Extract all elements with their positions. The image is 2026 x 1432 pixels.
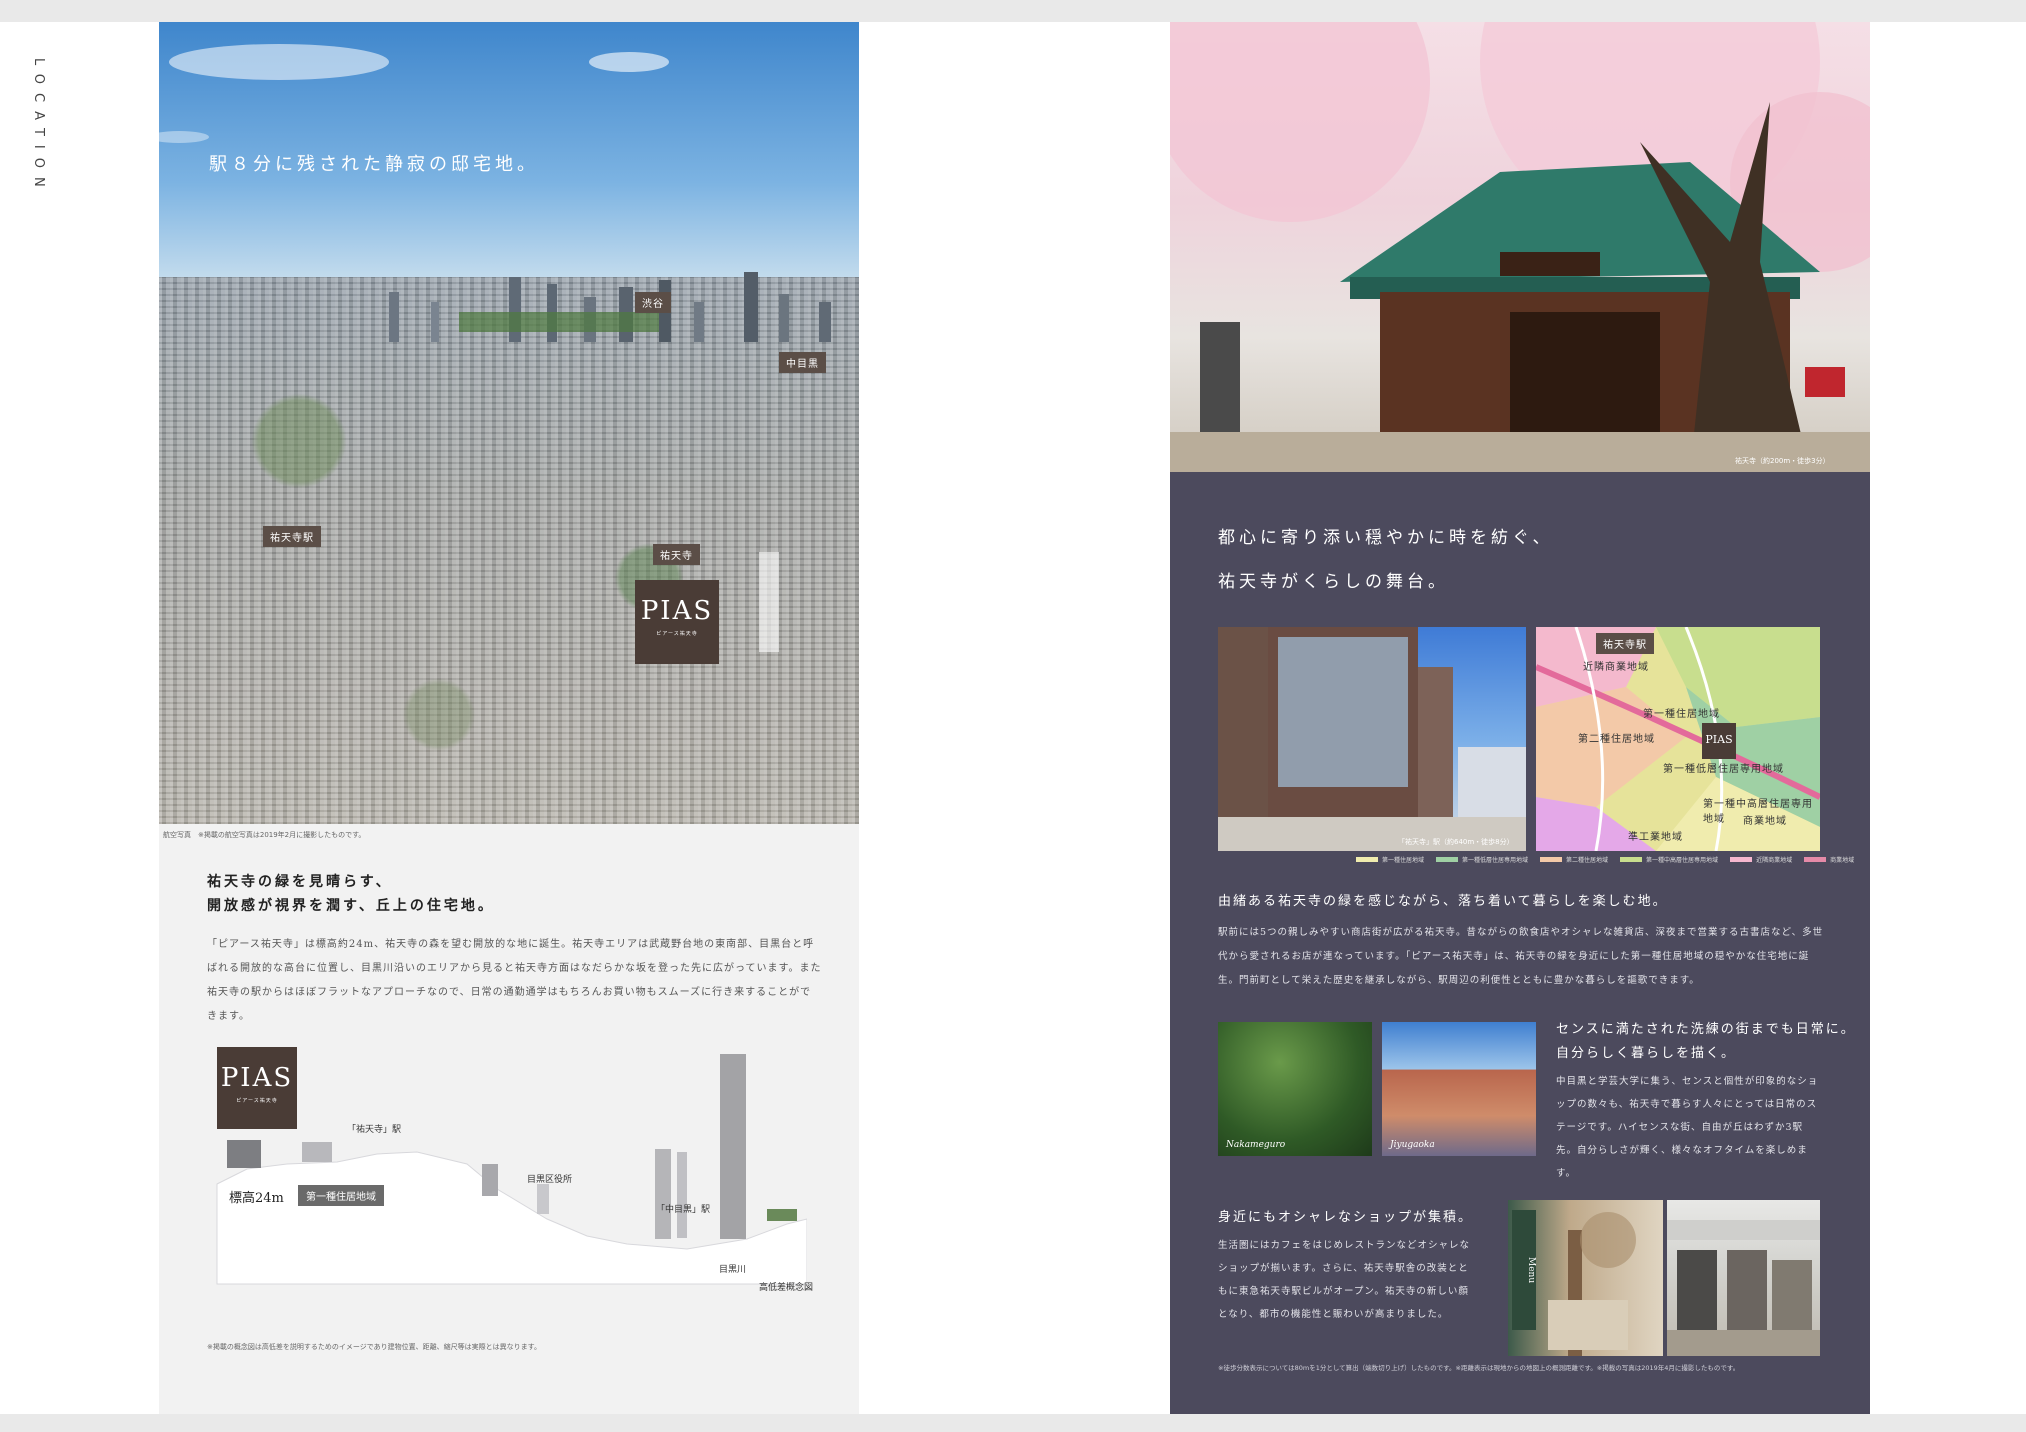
shop-body: 生活圏にはカフェをはじめレストランなどオシャレなショップが揃います。さらに、祐天… — [1218, 1240, 1471, 1320]
legend-swatch — [1804, 857, 1827, 862]
station-building-photo: 「祐天寺」駅（約640m・徒歩8分） — [1218, 627, 1526, 851]
left-heading-line1: 祐天寺の緑を見晴らす、 — [207, 874, 393, 890]
legend-swatch — [1436, 857, 1459, 862]
shop-heading: 身近にもオシャレなショップが集積。 — [1218, 1210, 1474, 1225]
nakameguro-caption: Nakameguro — [1226, 1140, 1286, 1150]
shrine-photo: 祐天寺（約200m・徒歩3分） — [1170, 22, 1870, 472]
cafe-drawing — [1548, 1212, 1636, 1356]
right-heading-line2: 祐天寺がくらしの舞台。 — [1218, 572, 1449, 592]
top-margin-bar — [0, 0, 2026, 22]
legend-label: 第一種低層住居専用地域 — [1462, 857, 1529, 864]
shop-photo — [1667, 1200, 1820, 1356]
right-footnote: ※徒歩分数表示については80mを1分として算出（端数切り上げ）したものです。※距… — [1218, 1364, 1740, 1372]
map-label-yutenji: 祐天寺 — [653, 544, 700, 565]
right-heading-line1: 都心に寄り添い穏やかに時を紡ぐ、 — [1218, 528, 1554, 548]
shrine-caption: 祐天寺（約200m・徒歩3分） — [1735, 457, 1830, 465]
cafe-photo: Menu — [1508, 1200, 1663, 1356]
legend-label: 第一種中高層住居専用地域 — [1646, 857, 1719, 864]
map-label-nakameguro: 中目黒 — [779, 352, 826, 373]
jiyugaoka-photo: Jiyugaoka — [1382, 1022, 1536, 1156]
left-body: 「ピアース祐天寺」は標高約24m、祐天寺の森を望む開放的な地に誕生。祐天寺エリア… — [207, 939, 822, 1022]
legend-swatch — [1540, 857, 1563, 862]
legend-swatch — [1730, 857, 1753, 862]
zoning-map: 祐天寺駅 近隣商業地域 第一種住居地域 第二種住居地域 第一種低層住居専用地域 … — [1536, 627, 1820, 851]
pias-logo-sub: ピアース祐天寺 — [656, 631, 698, 637]
bldg-caption: 「祐天寺」駅（約640m・徒歩8分） — [1398, 838, 1514, 846]
legend-swatch — [1356, 857, 1378, 862]
pias-logo-word: PIAS — [640, 596, 714, 626]
map-label-yutenji-station: 祐天寺駅 — [263, 526, 321, 547]
right-heading: 都心に寄り添い穏やかに時を紡ぐ、 祐天寺がくらしの舞台。 — [1218, 516, 1554, 604]
legend-label: 商業地域 — [1830, 857, 1855, 864]
legend-label: 近隣商業地域 — [1756, 857, 1793, 864]
aerial-headline: 駅８分に残された静寂の邸宅地。 — [209, 154, 539, 175]
legend-label: 第二種住居地域 — [1566, 857, 1609, 864]
tower-highlight — [759, 552, 779, 652]
sense-heading-line2: 自分らしく暮らしを描く。 — [1556, 1046, 1737, 1061]
skyline — [389, 272, 831, 342]
right-page: 祐天寺（約200m・徒歩3分） 都心に寄り添い穏やかに時を紡ぐ、 祐天寺がくらし… — [1170, 22, 1870, 1414]
jiyugaoka-caption: Jiyugaoka — [1390, 1140, 1435, 1150]
left-page: 駅８分に残された静寂の邸宅地。 渋谷 中目黒 祐天寺駅 祐天寺 PIAS ピアー… — [159, 22, 859, 1414]
left-heading: 祐天寺の緑を見晴らす、 開放感が視界を潤す、丘上の住宅地。 — [207, 870, 495, 918]
zone-label-junkogyo: 準工業地域 — [1628, 832, 1683, 843]
elevation-profile — [216, 1054, 807, 1285]
bottom-margin-bar — [0, 1414, 2026, 1432]
zone-label-teisou: 第一種低層住居専用地域 — [1663, 764, 1784, 775]
city-texture — [159, 277, 859, 824]
shrine-drawing — [1170, 22, 1870, 472]
zone-label-kinrin: 近隣商業地域 — [1583, 662, 1649, 673]
legend-swatch — [1620, 857, 1643, 862]
legend-item: 第一種住居地域 — [1356, 855, 1424, 864]
aerial-photo: 駅８分に残された静寂の邸宅地。 渋谷 中目黒 祐天寺駅 祐天寺 PIAS ピアー… — [159, 22, 859, 824]
zone-tag: 第一種住居地域 — [298, 1185, 384, 1206]
zone-map-pias-marker: PIAS — [1702, 723, 1736, 759]
zone-label-dai2: 第二種住居地域 — [1578, 734, 1655, 745]
profile-river-label: 目黒川 — [719, 1265, 747, 1275]
profile-station-label: 「祐天寺」駅 — [347, 1125, 402, 1135]
zone-label-shogyo: 商業地域 — [1743, 816, 1787, 827]
right-subheading: 由緒ある祐天寺の緑を感じながら、落ち着いて暮らしを楽しむ地。 — [1218, 894, 1668, 909]
legend-item: 第一種低層住居専用地域 — [1436, 855, 1528, 864]
nakameguro-photo: Nakameguro — [1218, 1022, 1372, 1156]
shop-drawing — [1667, 1220, 1820, 1356]
legend-item: 近隣商業地域 — [1730, 855, 1792, 864]
pias-site-marker: PIAS ピアース祐天寺 — [635, 580, 719, 664]
legend-item: 第一種中高層住居専用地域 — [1620, 855, 1718, 864]
building-drawing — [1218, 627, 1526, 851]
profile-park-label: 高低差概念図 — [759, 1283, 814, 1293]
legend-label: 第一種住居地域 — [1382, 857, 1425, 864]
right-body: 駅前には5つの親しみやすい商店街が広がる祐天寺。昔ながらの飲食店やオシャレな雑貨… — [1218, 927, 1824, 986]
sense-body: 中目黒と学芸大学に集う、センスと個性が印象的なショップの数々も、祐天寺で暮らす人… — [1556, 1076, 1819, 1179]
left-heading-line2: 開放感が視界を潤す、丘上の住宅地。 — [207, 898, 495, 914]
legend-item: 第二種住居地域 — [1540, 855, 1608, 864]
pias-logo2-word: PIAS — [220, 1063, 294, 1093]
legend-item: 商業地域 — [1804, 855, 1854, 864]
profile-naka-label: 「中目黒」駅 — [656, 1205, 711, 1215]
zone-legend: 第一種住居地域 第一種低層住居専用地域 第二種住居地域 第一種中高層住居専用地域… — [1356, 855, 1854, 864]
elevation-label: 標高24m — [229, 1191, 284, 1206]
sense-heading-line1: センスに満たされた洗練の街までも日常に。 — [1556, 1022, 1856, 1037]
pias-logo2-sub: ピアース祐天寺 — [236, 1098, 278, 1104]
map-label-shibuya: 渋谷 — [635, 292, 671, 313]
profile-ward-label: 目黒区役所 — [527, 1175, 573, 1185]
pias-logo: PIAS ピアース祐天寺 — [217, 1047, 297, 1129]
zone-label-dai1: 第一種住居地域 — [1643, 709, 1720, 720]
sense-heading: センスに満たされた洗練の街までも日常に。 自分らしく暮らしを描く。 — [1556, 1018, 1856, 1066]
section-label: LOCATION — [31, 58, 46, 196]
left-footnote: ※掲載の概念図は高低差を説明するためのイメージであり建物位置、距離、縮尺等は実際… — [207, 1343, 541, 1351]
zone-label-station: 祐天寺駅 — [1596, 633, 1654, 654]
aerial-caption: 航空写真 ※掲載の航空写真は2019年2月に撮影したものです。 — [163, 831, 366, 839]
